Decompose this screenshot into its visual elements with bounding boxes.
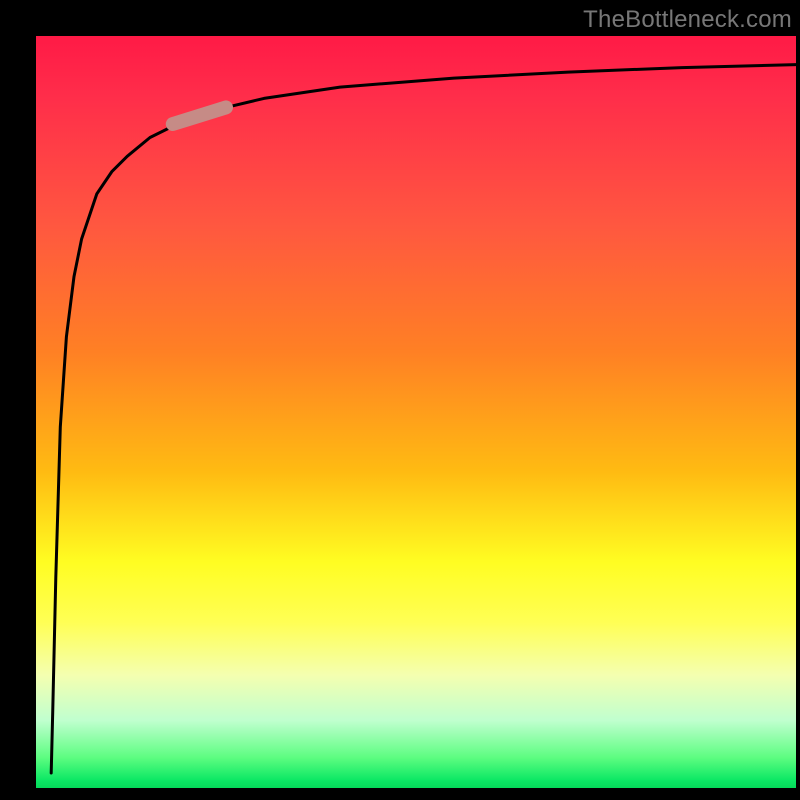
chart-container: TheBottleneck.com (0, 0, 800, 800)
plot-area (36, 36, 796, 788)
watermark-text: TheBottleneck.com (583, 6, 792, 34)
